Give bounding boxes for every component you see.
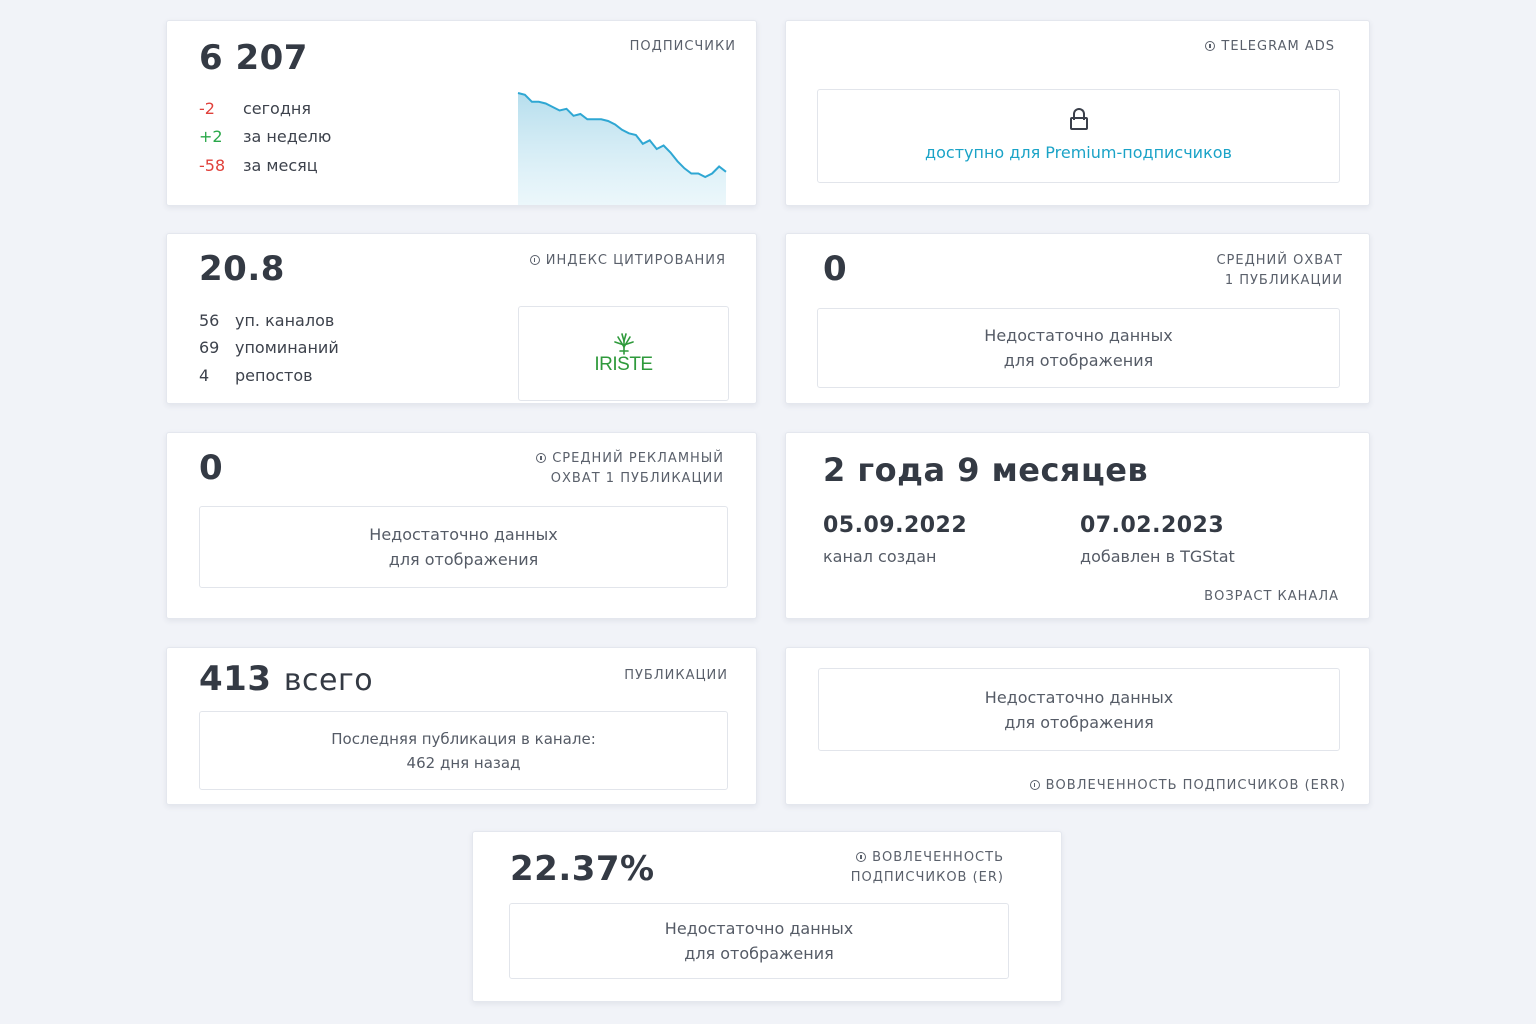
er-label: ВОВЛЕЧЕННОСТЬ ПОДПИСЧИКОВ (ER): [851, 848, 1004, 888]
publications-card[interactable]: 413 всего ПУБЛИКАЦИИ Последняя публикаци…: [166, 647, 757, 805]
last-publication-box: Последняя публикация в канале: 462 дня н…: [199, 711, 728, 790]
ad-reach-label-line2: ОХВАТ 1 ПУБЛИКАЦИИ: [550, 471, 724, 486]
avg-reach-label-line2: 1 ПУБЛИКАЦИИ: [1224, 273, 1343, 288]
ad-reach-label-line1: СРЕДНИЙ РЕКЛАМНЫЙ: [552, 451, 724, 466]
subscribers-count: 6 207: [199, 38, 308, 78]
stat-value: -58: [199, 156, 226, 175]
telegram-ads-label: TELEGRAM ADS: [1205, 37, 1335, 57]
channel-created-date: 05.09.2022: [823, 513, 968, 538]
subscribers-stat-today: -2 сегодня: [199, 99, 311, 118]
info-icon[interactable]: [1029, 780, 1040, 790]
stat-text: за неделю: [243, 127, 332, 146]
er-value: 22.37%: [510, 849, 655, 889]
info-icon[interactable]: [1205, 41, 1216, 51]
stat-value: -2: [199, 99, 215, 118]
iriste-logo-text: IRISTE: [594, 353, 653, 375]
last-publication-caption: Последняя публикация в канале:: [331, 729, 596, 748]
empty-line2: для отображения: [684, 944, 834, 963]
empty-line2: для отображения: [1004, 712, 1154, 732]
publications-label: ПУБЛИКАЦИИ: [624, 668, 728, 683]
stat-text: упоминаний: [235, 338, 339, 357]
iriste-logo-icon: [613, 332, 634, 355]
channel-age-label: ВОЗРАСТ КАНАЛА: [1204, 589, 1339, 604]
empty-line1: Недостаточно данных: [984, 326, 1173, 345]
channel-age-value: 2 года 9 месяцев: [823, 451, 1149, 489]
stat-text: за месяц: [243, 156, 318, 175]
err-card[interactable]: Недостаточно данных для отображения ВОВЛ…: [785, 647, 1370, 805]
empty-line1: Недостаточно данных: [369, 525, 558, 544]
stat-text: уп. каналов: [235, 311, 335, 330]
subscribers-stat-week: +2 за неделю: [199, 127, 331, 146]
avg-reach-label-line1: СРЕДНИЙ ОХВАТ: [1216, 253, 1343, 268]
info-icon[interactable]: [856, 852, 867, 862]
ad-reach-value: 0: [199, 448, 224, 488]
empty-line2: для отображения: [388, 550, 539, 569]
subscribers-label: ПОДПИСЧИКИ: [629, 39, 736, 54]
info-icon[interactable]: [536, 453, 547, 463]
err-label: ВОВЛЕЧЕННОСТЬ ПОДПИСЧИКОВ (ERR): [1029, 776, 1346, 796]
subscribers-card[interactable]: 6 207 ПОДПИСЧИКИ -2 сегодня +2 за неделю -…: [166, 20, 757, 206]
ad-reach-empty-box: Недостаточно данных для отображения: [199, 506, 728, 588]
citation-stat-channels: 56 уп. каналов: [199, 311, 334, 330]
ad-reach-card[interactable]: 0 СРЕДНИЙ РЕКЛАМНЫЙ ОХВАТ 1 ПУБЛИКАЦИИ Н…: [166, 432, 757, 619]
avg-reach-label: СРЕДНИЙ ОХВАТ 1 ПУБЛИКАЦИИ: [1216, 251, 1343, 291]
citation-card[interactable]: 20.8 ИНДЕКС ЦИТИРОВАНИЯ 56 уп. каналов 69…: [166, 233, 757, 404]
citation-label-text: ИНДЕКС ЦИТИРОВАНИЯ: [545, 253, 726, 268]
err-label-text: ВОВЛЕЧЕННОСТЬ ПОДПИСЧИКОВ (ERR): [1045, 778, 1346, 793]
added-to-tgstat-date: 07.02.2023: [1080, 513, 1225, 538]
last-publication-ago: 462 дня назад: [406, 753, 521, 772]
citation-label: ИНДЕКС ЦИТИРОВАНИЯ: [529, 251, 726, 271]
ad-reach-label: СРЕДНИЙ РЕКЛАМНЫЙ ОХВАТ 1 ПУБЛИКАЦИИ: [536, 449, 724, 489]
top-mention-logo-box[interactable]: IRISTE: [518, 306, 729, 401]
empty-line2: для отображения: [1003, 351, 1154, 370]
subscribers-sparkline[interactable]: [517, 89, 727, 205]
subscribers-stat-month: -58 за месяц: [199, 156, 318, 175]
lock-icon: [1069, 107, 1088, 130]
avg-reach-value: 0: [823, 249, 848, 289]
channel-created-label: канал создан: [823, 547, 937, 566]
publications-count: 413 всего: [199, 662, 373, 696]
er-empty-box: Недостаточно данных для отображения: [509, 903, 1009, 979]
added-to-tgstat-label: добавлен в TGStat: [1080, 547, 1235, 566]
premium-only-link[interactable]: доступно для Premium-подписчиков: [925, 140, 1232, 165]
er-card[interactable]: 22.37% ВОВЛЕЧЕННОСТЬ ПОДПИСЧИКОВ (ER) Не…: [472, 831, 1062, 1002]
err-empty-box: Недостаточно данных для отображения: [818, 668, 1340, 751]
stat-text: репостов: [235, 366, 313, 385]
empty-line1: Недостаточно данных: [664, 919, 854, 938]
er-label-line1: ВОВЛЕЧЕННОСТЬ: [872, 850, 1004, 865]
info-icon[interactable]: [529, 255, 540, 265]
er-label-line2: ПОДПИСЧИКОВ (ER): [850, 870, 1004, 885]
citation-stat-mentions: 69 упоминаний: [199, 338, 339, 357]
avg-reach-empty-box: Недостаточно данных для отображения: [817, 308, 1340, 388]
avg-reach-card[interactable]: 0 СРЕДНИЙ ОХВАТ 1 ПУБЛИКАЦИИ Недостаточн…: [785, 233, 1370, 404]
stat-value: 69: [199, 338, 220, 357]
citation-index-value: 20.8: [199, 249, 285, 289]
stat-text: сегодня: [243, 99, 311, 118]
telegram-ads-card[interactable]: TELEGRAM ADS доступно для Premium-подпис…: [785, 20, 1370, 206]
citation-stat-reposts: 4 репостов: [199, 366, 313, 385]
sparkline-area: [518, 93, 726, 205]
channel-age-card[interactable]: 2 года 9 месяцев 05.09.2022 канал создан…: [785, 432, 1370, 619]
stat-value: 4: [199, 366, 210, 385]
publications-unit: всего: [283, 663, 374, 698]
premium-lock-box[interactable]: доступно для Premium-подписчиков: [817, 89, 1340, 183]
publications-total: 413: [199, 659, 272, 699]
stat-value: 56: [199, 311, 220, 330]
stat-value: +2: [199, 127, 223, 146]
telegram-ads-label-text: TELEGRAM ADS: [1221, 39, 1335, 54]
empty-line1: Недостаточно данных: [984, 687, 1174, 707]
